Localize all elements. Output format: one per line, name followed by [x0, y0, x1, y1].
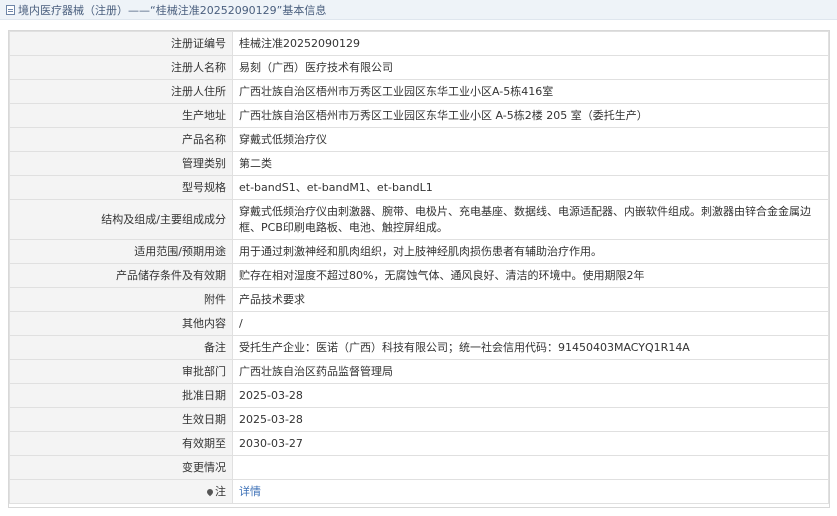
field-value: 穿戴式低频治疗仪 — [232, 127, 829, 152]
field-value: 2030-03-27 — [232, 431, 829, 456]
table-row: 生产地址 广西壮族自治区梧州市万秀区工业园区东华工业小区 A-5栋2楼 205 … — [9, 103, 829, 128]
table-row: 备注 受托生产企业：医诺（广西）科技有限公司；统一社会信用代码：91450403… — [9, 335, 829, 360]
table-row: 管理类别 第二类 — [9, 151, 829, 176]
table-row: 注册证编号 桂械注准20252090129 — [9, 31, 829, 56]
table-row: 其他内容 / — [9, 311, 829, 336]
field-value: et-bandS1、et-bandM1、et-bandL1 — [232, 175, 829, 200]
field-label: 注册人住所 — [9, 79, 233, 104]
field-value: / — [232, 311, 829, 336]
table-row: 有效期至 2030-03-27 — [9, 431, 829, 456]
field-value: 产品技术要求 — [232, 287, 829, 312]
field-label: 产品名称 — [9, 127, 233, 152]
table-row: 附件 产品技术要求 — [9, 287, 829, 312]
details-link[interactable]: 详情 — [239, 485, 261, 498]
table-row: 注册人名称 易刻（广西）医疗技术有限公司 — [9, 55, 829, 80]
field-label: 产品储存条件及有效期 — [9, 263, 233, 288]
table-row: 生效日期 2025-03-28 — [9, 407, 829, 432]
table-row: 注册人住所 广西壮族自治区梧州市万秀区工业园区东华工业小区A-5栋416室 — [9, 79, 829, 104]
table-row: 批准日期 2025-03-28 — [9, 383, 829, 408]
field-label: 型号规格 — [9, 175, 233, 200]
field-label: 管理类别 — [9, 151, 233, 176]
table-row: 产品名称 穿戴式低频治疗仪 — [9, 127, 829, 152]
field-label: 生产地址 — [9, 103, 233, 128]
note-label-cell: 注 — [9, 479, 233, 504]
table-row: 适用范围/预期用途 用于通过刺激神经和肌肉组织，对上肢神经肌肉损伤患者有辅助治疗… — [9, 239, 829, 264]
field-label: 备注 — [9, 335, 233, 360]
field-label: 附件 — [9, 287, 233, 312]
field-label: 其他内容 — [9, 311, 233, 336]
table-row-note: 注 详情 — [9, 479, 829, 504]
field-value: 广西壮族自治区梧州市万秀区工业园区东华工业小区 A-5栋2楼 205 室（委托生… — [232, 103, 829, 128]
table-row: 型号规格 et-bandS1、et-bandM1、et-bandL1 — [9, 175, 829, 200]
note-value-cell: 详情 — [232, 479, 829, 504]
field-value: 2025-03-28 — [232, 383, 829, 408]
table-row: 变更情况 — [9, 455, 829, 480]
field-label: 有效期至 — [9, 431, 233, 456]
field-label: 注册人名称 — [9, 55, 233, 80]
info-table: 注册证编号 桂械注准20252090129 注册人名称 易刻（广西）医疗技术有限… — [9, 31, 829, 504]
table-row: 产品储存条件及有效期 贮存在相对湿度不超过80%，无腐蚀气体、通风良好、清洁的环… — [9, 263, 829, 288]
field-value: 用于通过刺激神经和肌肉组织，对上肢神经肌肉损伤患者有辅助治疗作用。 — [232, 239, 829, 264]
field-label: 批准日期 — [9, 383, 233, 408]
field-value — [232, 455, 829, 480]
field-label: 结构及组成/主要组成成分 — [9, 199, 233, 240]
field-label: 生效日期 — [9, 407, 233, 432]
field-value: 广西壮族自治区药品监督管理局 — [232, 359, 829, 384]
field-value: 贮存在相对湿度不超过80%，无腐蚀气体、通风良好、清洁的环境中。使用期限2年 — [232, 263, 829, 288]
field-label: 变更情况 — [9, 455, 233, 480]
field-label: 注册证编号 — [9, 31, 233, 56]
table-row: 结构及组成/主要组成成分 穿戴式低频治疗仪由刺激器、腕带、电极片、充电基座、数据… — [9, 199, 829, 240]
field-value: 2025-03-28 — [232, 407, 829, 432]
field-label: 审批部门 — [9, 359, 233, 384]
field-value: 桂械注准20252090129 — [232, 31, 829, 56]
field-value: 穿戴式低频治疗仪由刺激器、腕带、电极片、充电基座、数据线、电源适配器、内嵌软件组… — [232, 199, 829, 240]
field-value: 广西壮族自治区梧州市万秀区工业园区东华工业小区A-5栋416室 — [232, 79, 829, 104]
info-panel: 注册证编号 桂械注准20252090129 注册人名称 易刻（广西）医疗技术有限… — [8, 30, 830, 508]
field-label: 适用范围/预期用途 — [9, 239, 233, 264]
note-label: 注 — [215, 484, 226, 498]
page-header: 境内医疗器械（注册）——“桂械注准20252090129”基本信息 — [0, 0, 837, 20]
field-value: 易刻（广西）医疗技术有限公司 — [232, 55, 829, 80]
document-icon — [6, 4, 15, 15]
field-value: 第二类 — [232, 151, 829, 176]
table-row: 审批部门 广西壮族自治区药品监督管理局 — [9, 359, 829, 384]
page-title: 境内医疗器械（注册）——“桂械注准20252090129”基本信息 — [18, 3, 327, 17]
field-value: 受托生产企业：医诺（广西）科技有限公司；统一社会信用代码：91450403MAC… — [232, 335, 829, 360]
pin-icon — [205, 487, 215, 496]
